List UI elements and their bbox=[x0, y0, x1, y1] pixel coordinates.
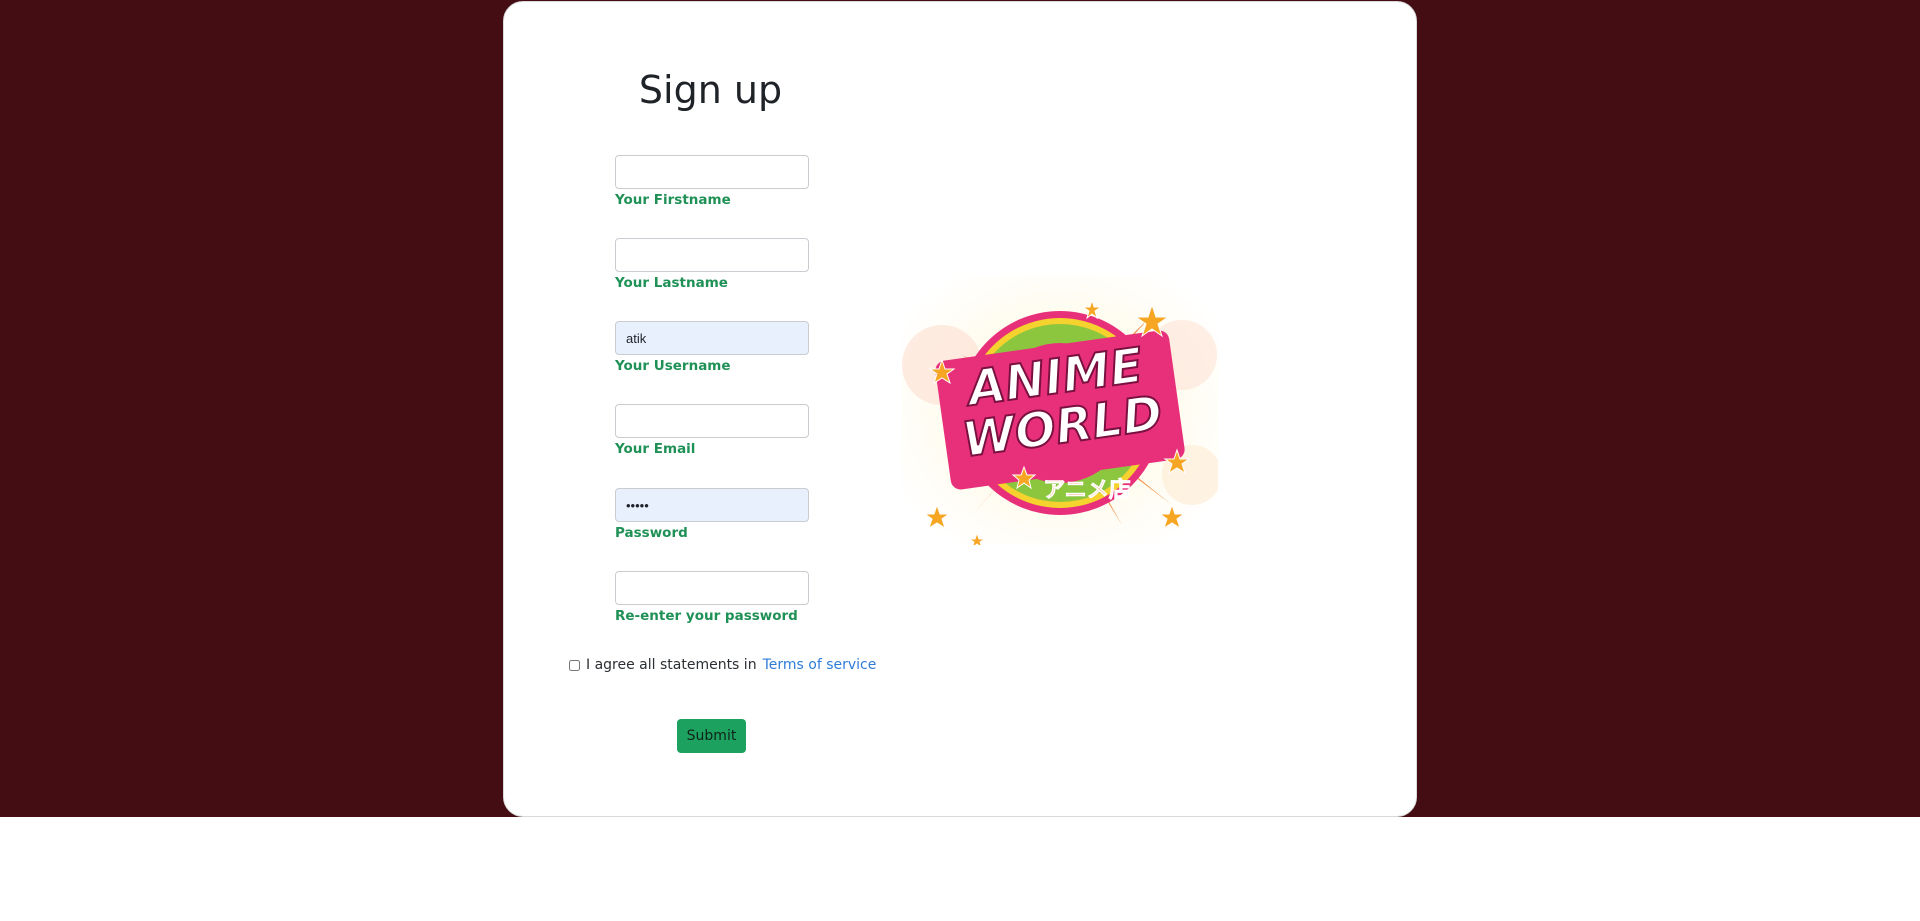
email-group: Your Email bbox=[615, 404, 875, 457]
anime-world-logo: ANIME WORLD アニメ店 bbox=[902, 275, 1218, 545]
email-input[interactable] bbox=[615, 404, 809, 438]
lastname-input[interactable] bbox=[615, 238, 809, 272]
username-group: Your Username bbox=[615, 321, 875, 374]
terms-agreement: I agree all statements in Terms of servi… bbox=[569, 657, 876, 673]
firstname-input[interactable] bbox=[615, 155, 809, 189]
firstname-group: Your Firstname bbox=[615, 155, 875, 208]
submit-button[interactable]: Submit bbox=[677, 719, 746, 753]
agree-checkbox[interactable] bbox=[569, 659, 580, 671]
password-group: Password bbox=[615, 488, 875, 541]
username-input[interactable] bbox=[615, 321, 809, 355]
password-label: Password bbox=[615, 525, 688, 541]
page-title: Sign up bbox=[638, 68, 783, 112]
firstname-label: Your Firstname bbox=[615, 192, 731, 208]
signup-card: Sign up Your Firstname Your Lastname You… bbox=[503, 1, 1417, 817]
terms-link[interactable]: Terms of service bbox=[763, 657, 877, 673]
email-label: Your Email bbox=[615, 441, 696, 457]
lastname-label: Your Lastname bbox=[615, 275, 728, 291]
logo-subtitle: アニメ店 bbox=[1043, 478, 1131, 503]
repassword-group: Re-enter your password bbox=[615, 571, 875, 624]
repassword-label: Re-enter your password bbox=[615, 608, 798, 624]
lastname-group: Your Lastname bbox=[615, 238, 875, 291]
password-input[interactable] bbox=[615, 488, 809, 522]
agree-text: I agree all statements in bbox=[586, 657, 757, 673]
repassword-input[interactable] bbox=[615, 571, 809, 605]
username-label: Your Username bbox=[615, 358, 731, 374]
